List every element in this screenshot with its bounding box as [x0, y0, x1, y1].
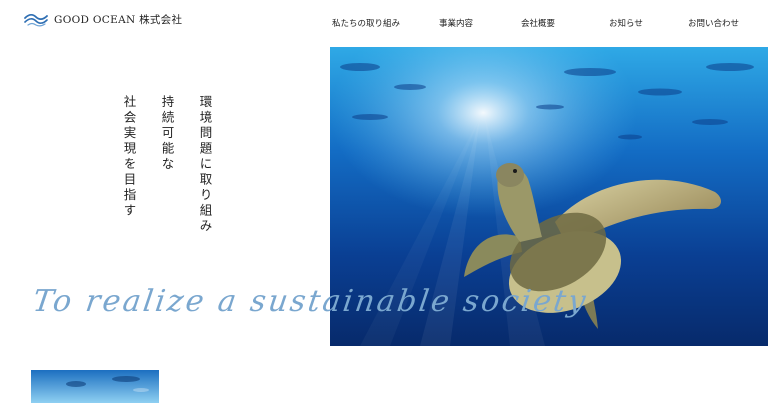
site-header: GOOD OCEAN 株式会社 私たちの取り組み 事業内容 会社概要 お知らせ … — [0, 0, 768, 46]
headline-line-3: 社会実現を目指す — [121, 95, 137, 219]
hero-tagline: To realize a sustainable society — [30, 284, 591, 319]
hero-headline: 環境問題に取り組み 持続可能な 社会実現を目指す — [120, 95, 220, 255]
nav-item-news[interactable]: お知らせ — [609, 17, 643, 29]
nav-item-initiatives[interactable]: 私たちの取り組み — [332, 17, 400, 29]
nav-item-contact[interactable]: お問い合わせ — [688, 17, 739, 29]
nav-item-company[interactable]: 会社概要 — [521, 17, 555, 29]
headline-line-2: 持続可能な — [159, 95, 175, 173]
section-thumbnail-image — [31, 370, 159, 403]
headline-line-1: 環境問題に取り組み — [197, 95, 213, 235]
nav-item-business[interactable]: 事業内容 — [439, 17, 473, 29]
main-nav: 私たちの取り組み 事業内容 会社概要 お知らせ お問い合わせ — [0, 17, 768, 31]
